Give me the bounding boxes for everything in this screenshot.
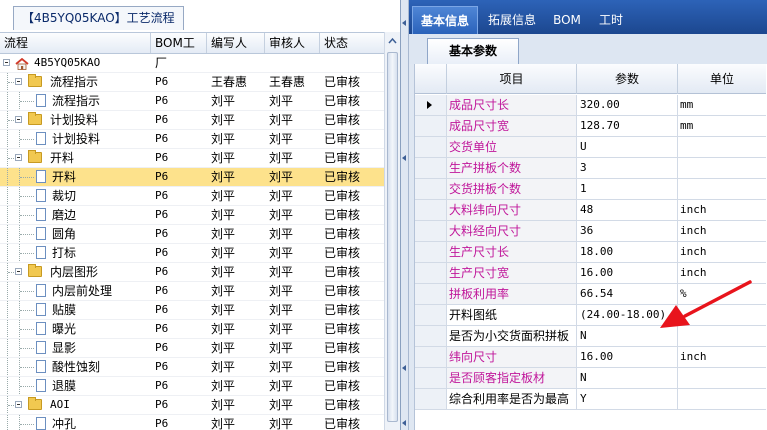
annotation-arrow-icon [660,280,752,328]
